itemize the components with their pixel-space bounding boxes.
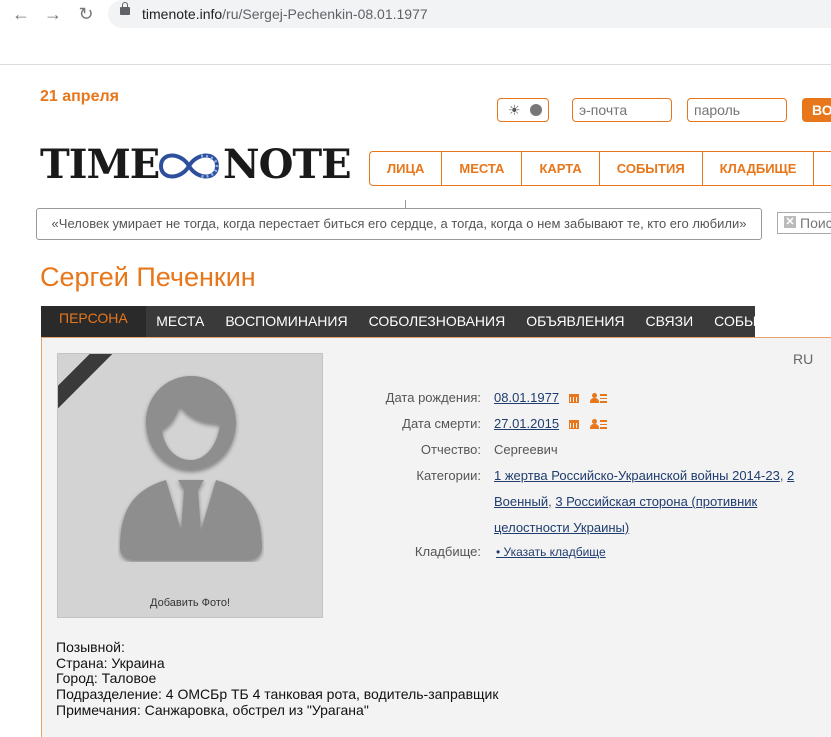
back-icon[interactable]: ←	[10, 3, 32, 25]
nav-item-places[interactable]: МЕСТА	[442, 152, 523, 185]
forward-icon[interactable]: →	[42, 3, 64, 25]
bio-line: Город: Таловое	[56, 670, 157, 687]
person-list-icon[interactable]	[589, 419, 608, 429]
death-date-link[interactable]: 27.01.2015	[494, 416, 559, 431]
bio-line: Примечания: Санжаровка, обстрел из "Ураг…	[56, 701, 369, 718]
url-text: timenote.info/ru/Sergej-Pechenkin-08.01.…	[142, 6, 428, 22]
lock-icon	[120, 2, 130, 15]
cemetery-label: Кладбище:	[414, 544, 481, 559]
nav-item-events[interactable]: СОБЫТИЯ	[600, 152, 703, 185]
browser-toolbar: ← → ↻ timenote.info/ru/Sergej-Pechenkin-…	[0, 0, 831, 65]
quote-banner: «Человек умирает не тогда, когда переста…	[36, 208, 762, 240]
add-photo-link[interactable]: Добавить Фото!	[58, 597, 322, 609]
tab-announcements[interactable]: ОБЪЯВЛЕНИЯ	[516, 306, 635, 337]
birth-label: Дата рождения:	[385, 390, 481, 405]
death-label: Дата смерти:	[402, 416, 481, 431]
search-input[interactable]: ✕ Поис	[777, 212, 831, 234]
categories-label: Категории:	[416, 468, 481, 483]
theme-toggle[interactable]: ☀	[497, 98, 549, 122]
page-title: Сергей Печенкин	[40, 262, 256, 292]
birth-date-link[interactable]: 08.01.1977	[494, 390, 559, 405]
moon-icon	[530, 104, 542, 116]
address-bar[interactable]: timenote.info/ru/Sergej-Pechenkin-08.01.…	[108, 0, 831, 28]
person-photo[interactable]: Добавить Фото!	[57, 353, 323, 618]
tab-person[interactable]: ПЕРСОНА	[41, 306, 146, 337]
patronymic-value: Сергеевич	[494, 442, 558, 457]
sun-icon: ☀	[508, 102, 521, 118]
reload-icon[interactable]: ↻	[75, 3, 97, 25]
logo-text-time: TIME	[40, 141, 160, 188]
logo-text-note: NOTE	[223, 141, 352, 188]
tab-places[interactable]: МЕСТА	[146, 306, 215, 337]
infinity-icon	[158, 153, 220, 179]
tab-memories[interactable]: ВОСПОМИНАНИЯ	[215, 306, 358, 337]
tab-events[interactable]: СОБЫТИЯ	[704, 306, 796, 337]
tab-relations[interactable]: СВЯЗИ	[635, 306, 704, 337]
calendar-icon[interactable]	[569, 394, 580, 403]
avatar-placeholder-icon	[120, 376, 262, 560]
main-navigation: ЛИЦА МЕСТА КАРТА СОБЫТИЯ КЛАДБИЩЕ О	[369, 151, 831, 186]
language-indicator[interactable]: RU	[793, 351, 813, 367]
password-field[interactable]	[687, 98, 787, 122]
cemetery-link[interactable]: • Указать кладбище	[496, 545, 606, 559]
person-tabs: ПЕРСОНА МЕСТА ВОСПОМИНАНИЯ СОБОЛЕЗНОВАНИ…	[41, 306, 785, 337]
category-link-1[interactable]: 1 жертва Российско-Украинской войны 2014…	[494, 468, 780, 483]
bio-line: Подразделение: 4 ОМСБр ТБ 4 танковая рот…	[56, 686, 499, 703]
bio-line: Позывной:	[56, 639, 125, 655]
nav-item-faces[interactable]: ЛИЦА	[370, 152, 443, 185]
search-placeholder: Поис	[800, 215, 831, 231]
bio-line: Страна: Украина	[56, 654, 165, 671]
patronymic-label: Отчество:	[420, 442, 481, 457]
email-field[interactable]	[572, 98, 672, 122]
nav-item-cemetery[interactable]: КЛАДБИЩЕ	[703, 152, 815, 185]
clear-icon[interactable]: ✕	[784, 216, 796, 228]
nav-item-about[interactable]: О	[814, 152, 831, 185]
person-list-icon[interactable]	[589, 393, 608, 403]
mourning-ribbon	[58, 354, 128, 417]
login-button[interactable]: ВО	[802, 98, 831, 122]
nav-item-map[interactable]: КАРТА	[522, 152, 600, 185]
current-date: 21 апреля	[40, 88, 119, 105]
calendar-icon[interactable]	[569, 420, 580, 429]
person-bio: Позывной: Страна: Украина Город: Таловое…	[56, 639, 499, 719]
tab-condolences[interactable]: СОБОЛЕЗНОВАНИЯ	[358, 306, 516, 337]
